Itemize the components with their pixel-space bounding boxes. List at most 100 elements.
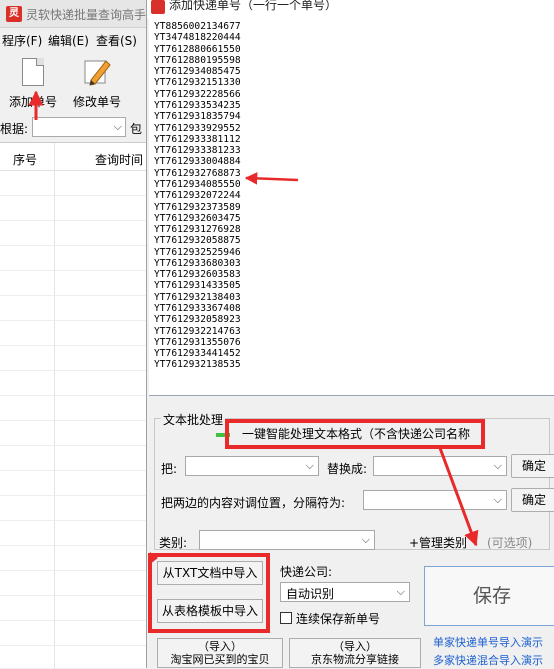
- menu-program[interactable]: 程序(F): [2, 32, 42, 49]
- filter-select[interactable]: ⌵: [32, 117, 126, 137]
- tracking-number-line: YT7612931835794: [154, 111, 241, 123]
- tracking-number-line: YT7612934085475: [154, 66, 241, 78]
- replace-confirm-button[interactable]: 确定: [511, 454, 554, 478]
- separator-combo[interactable]: ⌵: [363, 490, 507, 510]
- replace-from-label: 把:: [161, 462, 178, 476]
- chevron-down-icon: ⌵: [493, 459, 502, 472]
- tracking-number-line: YT7612931276928: [154, 224, 241, 236]
- manage-category-link[interactable]: +管理类别: [409, 534, 467, 551]
- table-row[interactable]: [0, 496, 150, 521]
- table-row[interactable]: [0, 371, 150, 396]
- column-header-query-time[interactable]: 查询时间: [95, 151, 143, 168]
- table-row[interactable]: [0, 246, 150, 271]
- filter-row: 根据: ⌵ 包: [0, 116, 150, 140]
- table-row[interactable]: [0, 421, 150, 446]
- table-row[interactable]: [0, 296, 150, 321]
- table-row[interactable]: [0, 271, 150, 296]
- main-window-title: 灵软快递批量查询高手: [26, 8, 147, 22]
- table-row[interactable]: [0, 196, 150, 221]
- menu-bar: 程序(F) 编辑(E) 查看(S): [0, 28, 150, 50]
- table-row[interactable]: [0, 571, 150, 596]
- tracking-number-list: YT8856002134677 YT3474818220444 YT76128806…: [154, 21, 241, 371]
- filter-label: 根据:: [0, 122, 29, 136]
- chevron-down-icon: ⌵: [493, 493, 502, 506]
- tracking-number-line: YT7612933004884: [154, 156, 241, 168]
- dialog-title: 添加快递单号（一行一个单号）: [169, 0, 338, 12]
- tracking-number-line: YT7612933680303: [154, 257, 241, 269]
- tracking-number-line: YT7612931433505: [154, 280, 241, 292]
- tracking-number-line: YT7612932768873: [154, 167, 241, 179]
- table-row[interactable]: [0, 221, 150, 246]
- filter-extra-label: 包: [130, 122, 143, 136]
- add-number-label: 添加单号: [8, 95, 57, 109]
- courier-select[interactable]: 自动识别 ⌵: [280, 582, 410, 602]
- tracking-number-line: YT7612933441452: [154, 348, 241, 360]
- menu-edit[interactable]: 编辑(E): [48, 32, 89, 49]
- swap-confirm-button[interactable]: 确定: [511, 488, 554, 512]
- menu-view[interactable]: 查看(S): [96, 32, 137, 49]
- annotation-box-import: [148, 553, 270, 633]
- courier-label: 快递公司:: [280, 565, 333, 579]
- replace-from-combo[interactable]: ⌵: [185, 456, 319, 476]
- column-header-seq[interactable]: 序号: [13, 151, 37, 168]
- tracking-number-line: YT3474818220444: [154, 32, 241, 44]
- swap-label: 把两边的内容对调位置，分隔符为:: [161, 496, 346, 510]
- continuous-save-checkbox[interactable]: [280, 612, 292, 624]
- tracking-number-line: YT7612933929552: [154, 122, 241, 134]
- tracking-number-line: YT7612932058923: [154, 314, 241, 326]
- multi-courier-demo-link[interactable]: 多家快递混合导入演示: [433, 652, 543, 668]
- tracking-number-line: YT7612932603583: [154, 269, 241, 281]
- replace-to-combo[interactable]: ⌵: [373, 456, 507, 476]
- tracking-number-line: YT7612933381233: [154, 145, 241, 157]
- table-row[interactable]: [0, 321, 150, 346]
- table-row[interactable]: [0, 346, 150, 371]
- edit-number-label: 修改单号: [72, 95, 121, 109]
- tracking-number-line: YT7612933381112: [154, 133, 241, 145]
- edit-number-button[interactable]: 修改单号: [64, 54, 130, 112]
- tracking-number-line: YT7612931355076: [154, 336, 241, 348]
- tracking-number-line: YT7612932072244: [154, 190, 241, 202]
- text-batch-group-title: 文本批处理: [161, 411, 226, 428]
- tracking-number-line: YT7612933367408: [154, 303, 241, 315]
- replace-to-label: 替换成:: [327, 462, 368, 476]
- import-taobao-line2: 淘宝网已买到的宝贝: [170, 653, 270, 666]
- category-combo[interactable]: ⌵: [199, 530, 375, 550]
- import-jd-line2: 京东物流分享链接: [311, 653, 399, 666]
- results-grid[interactable]: 序号 查询时间: [0, 142, 150, 669]
- grid-header: 序号 查询时间: [0, 143, 150, 171]
- new-document-icon: [22, 58, 44, 86]
- app-logo-icon: 灵: [6, 6, 22, 22]
- table-row[interactable]: [0, 471, 150, 496]
- tracking-number-line: YT7612932228566: [154, 88, 241, 100]
- chevron-down-icon: ⌵: [305, 459, 314, 472]
- courier-selected-value: 自动识别: [286, 587, 335, 601]
- table-row[interactable]: [0, 171, 150, 196]
- tracking-number-line: YT8856002134677: [154, 21, 241, 32]
- table-row[interactable]: [0, 446, 150, 471]
- table-row[interactable]: [0, 396, 150, 421]
- import-taobao-button[interactable]: （导入） 淘宝网已买到的宝贝: [157, 638, 283, 668]
- add-number-button[interactable]: 添加单号: [0, 54, 66, 112]
- import-taobao-line1: （导入）: [198, 640, 242, 653]
- save-button[interactable]: 保存: [424, 566, 554, 626]
- tracking-number-textarea[interactable]: YT8856002134677 YT3474818220444 YT76128806…: [149, 18, 554, 396]
- dialog-titlebar[interactable]: 添加快递单号（一行一个单号）: [147, 0, 554, 18]
- main-toolbar: 添加单号 修改单号: [0, 50, 150, 114]
- import-jd-button[interactable]: （导入） 京东物流分享链接: [289, 638, 421, 668]
- chevron-down-icon: ⌵: [361, 533, 370, 546]
- tracking-number-line: YT7612932151330: [154, 77, 241, 89]
- annotation-box-smart-format: [225, 419, 485, 449]
- table-row[interactable]: [0, 596, 150, 621]
- single-courier-demo-link[interactable]: 单家快递单号导入演示: [433, 634, 543, 650]
- tracking-number-line: YT7612932138535: [154, 359, 241, 371]
- table-row[interactable]: [0, 621, 150, 646]
- pencil-edit-icon: [84, 60, 111, 86]
- tracking-number-line: YT7612932214763: [154, 325, 241, 337]
- chevron-down-icon: ⌵: [113, 120, 122, 133]
- table-row[interactable]: [0, 546, 150, 571]
- continuous-save-label: 连续保存新单号: [296, 612, 381, 626]
- chevron-down-icon: ⌵: [396, 585, 405, 598]
- tracking-number-line: YT7612880661550: [154, 43, 241, 55]
- table-row[interactable]: [0, 521, 150, 546]
- tracking-number-line: YT7612933534235: [154, 99, 241, 111]
